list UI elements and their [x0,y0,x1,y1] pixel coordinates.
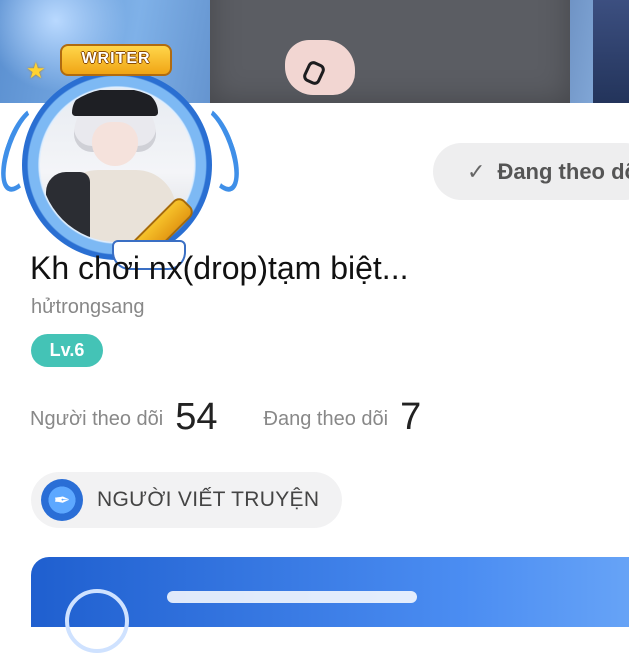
card-icon [65,589,129,653]
following-count[interactable]: 7 [400,396,421,439]
following-button-label: Đang theo dõi [497,158,629,184]
following-label[interactable]: Đang theo dõi [264,408,389,431]
followers-count[interactable]: 54 [175,396,217,439]
pen-nib-icon: ✒ [41,479,83,521]
banner-window-edge [593,0,629,103]
role-chip-label: NGƯỜI VIẾT TRUYỆN [97,488,320,511]
level-badge: Lv.6 [31,334,103,367]
banner-character-figure [210,0,570,103]
writer-badge: WRITER [60,44,172,76]
writer-role-chip[interactable]: ✒ NGƯỜI VIẾT TRUYỆN [31,472,342,528]
check-icon: ✓ [467,158,486,184]
promo-card[interactable] [31,557,629,653]
profile-display-name: Kh chơi nx(drop)tạm biệt... [30,250,409,286]
avatar-jacket [46,172,90,242]
avatar-cap [72,90,158,116]
star-icon: ★ [26,58,46,83]
followers-label[interactable]: Người theo dõi [30,408,163,431]
follow-stats: Người theo dõi 54 Đang theo dõi 7 [30,396,421,439]
avatar-face [92,122,138,166]
avatar[interactable]: ★ ★ WRITER [0,44,249,270]
following-button[interactable]: ✓ Đang theo dõi [433,143,629,200]
profile-username: hửtrongsang [31,296,145,318]
card-text-placeholder [167,591,417,603]
